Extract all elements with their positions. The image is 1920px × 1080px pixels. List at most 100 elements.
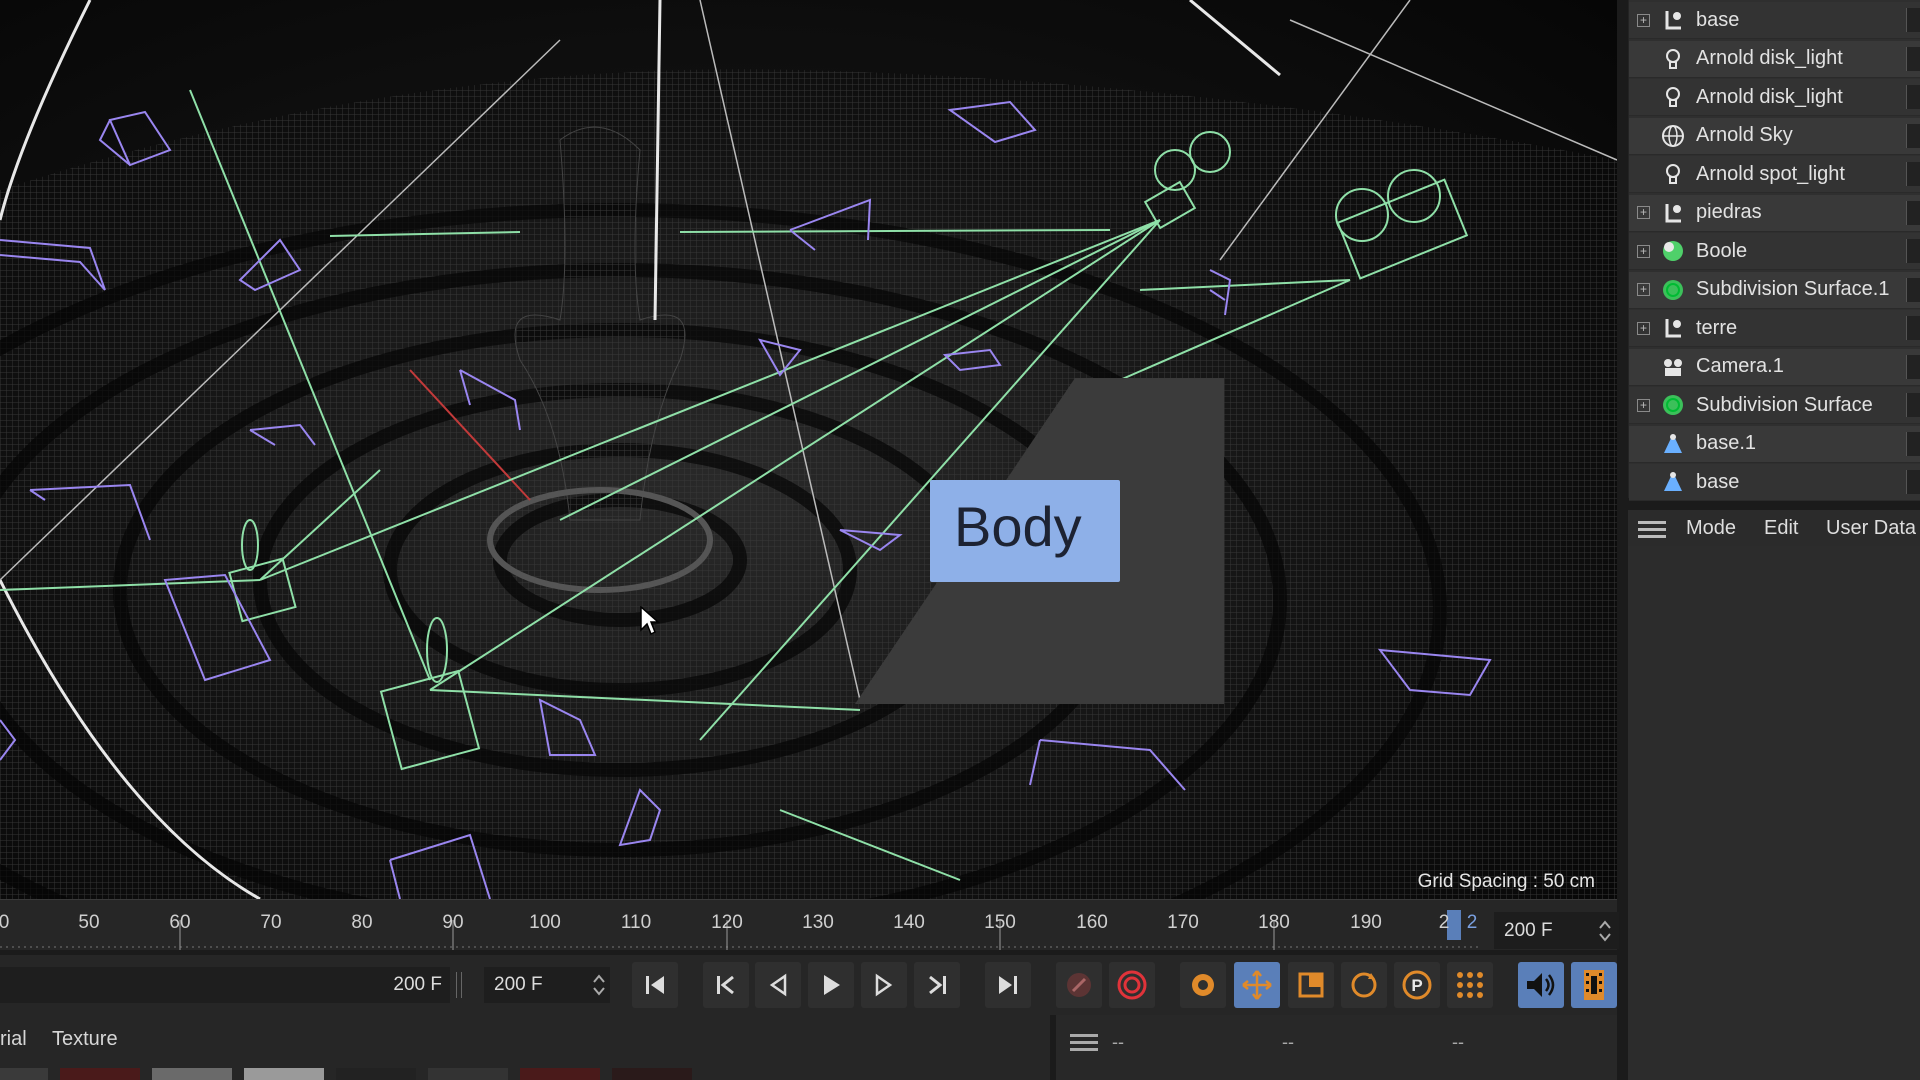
key-mode-button[interactable] [1180,962,1226,1008]
polygon-object-icon [1661,470,1685,494]
object-tree-row[interactable]: + terre [1629,310,1920,347]
visibility-toggle[interactable] [1906,431,1920,456]
next-key-icon [929,975,946,995]
object-tree-row[interactable]: Arnold disk_light [1629,79,1920,116]
tick-label: 110 [620,912,652,933]
object-tree-row[interactable]: Arnold disk_light [1629,40,1920,78]
sound-button[interactable] [1518,962,1564,1008]
expand-toggle-icon[interactable]: + [1637,398,1650,412]
scene-wireframe [0,0,1617,899]
object-tree-row[interactable]: Arnold Sky [1629,117,1920,155]
object-tree-label: piedras [1696,201,1762,223]
object-tree-row[interactable]: base.1 [1629,425,1920,463]
visibility-toggle[interactable] [1906,123,1920,148]
visibility-toggle[interactable] [1906,316,1920,340]
stepper-arrows-icon[interactable] [592,972,606,998]
key-rotation-button[interactable] [1341,962,1387,1008]
material-swatch[interactable] [428,1068,508,1080]
play-button[interactable] [808,962,854,1008]
visibility-toggle[interactable] [1906,85,1920,109]
object-tree-row[interactable]: + Boole [1629,233,1920,270]
object-tree-row[interactable]: Arnold spot_light [1629,156,1920,193]
menu-mode[interactable]: Mode [1686,517,1736,540]
3d-viewport[interactable]: Body Grid Spacing : 50 cm [0,0,1617,899]
key-position-button[interactable] [1234,962,1280,1008]
polygon-object-icon [1661,432,1685,456]
hamburger-menu-icon[interactable] [1638,519,1666,539]
object-tree-label: Boole [1696,239,1748,262]
timeline-ruler[interactable]: 0 50 60 70 80 90 100 110 120 130 140 150… [0,899,1617,950]
record-button[interactable] [1109,962,1155,1008]
object-tree-label: Arnold disk_light [1696,47,1843,69]
object-tree-row[interactable]: Camera.1 [1629,348,1920,386]
visibility-toggle[interactable] [1906,354,1920,379]
visibility-toggle[interactable] [1906,162,1920,186]
visibility-toggle[interactable] [1906,200,1920,225]
null-object-icon [1661,316,1685,340]
go-to-start-button[interactable] [632,962,678,1008]
tick-label: 50 [78,912,100,933]
expand-toggle-icon[interactable]: + [1637,244,1650,258]
previous-frame-button[interactable] [755,962,801,1008]
expand-toggle-icon[interactable]: + [1637,206,1650,219]
expand-toggle-icon[interactable]: + [1637,13,1650,27]
key-parameter-button[interactable]: P [1394,962,1440,1008]
visibility-toggle[interactable] [1906,239,1920,263]
visibility-toggle[interactable] [1906,393,1920,417]
material-swatch[interactable] [60,1068,140,1080]
boole-icon [1661,239,1685,263]
next-frame-button[interactable] [861,962,907,1008]
key-point-level-button[interactable] [1447,962,1493,1008]
max-frame-field[interactable]: 200 F [0,967,450,1003]
menu-user-data[interactable]: User Data [1826,517,1916,540]
parameter-p-icon: P [1402,970,1432,1000]
object-tree-row[interactable]: + base [1629,2,1920,39]
go-to-end-icon [999,976,1017,994]
tick-label: 90 [442,912,464,933]
object-tree-label: Arnold disk_light [1696,85,1843,108]
material-swatch[interactable] [520,1068,600,1080]
object-tree-row[interactable]: + Subdivision Surface.1 [1629,271,1920,309]
film-strip-button[interactable] [1571,962,1617,1008]
tick-label: 0 [0,912,10,933]
material-swatch[interactable] [244,1068,324,1080]
go-to-end-button[interactable] [985,962,1031,1008]
visibility-toggle[interactable] [1906,8,1920,32]
object-tree-label: base [1696,8,1740,31]
object-tree-row[interactable]: + Subdivision Surface [1629,387,1920,424]
tick-label: 120 [711,912,743,933]
stepper-arrows-icon[interactable] [1598,918,1612,944]
menu-edit[interactable]: Edit [1764,517,1798,540]
rotate-icon [1351,972,1377,998]
next-key-button[interactable] [914,962,960,1008]
camera-icon [1661,355,1685,379]
auto-keying-button[interactable] [1056,962,1102,1008]
null-object-icon [1661,201,1685,225]
expand-toggle-icon[interactable]: + [1637,321,1650,335]
visibility-toggle[interactable] [1906,46,1920,71]
hamburger-menu-icon[interactable] [1070,1032,1098,1052]
coord-value: -- [1452,1032,1464,1052]
tab-material[interactable]: rial [0,1028,27,1051]
previous-key-button[interactable] [703,962,749,1008]
object-tree-row[interactable]: + piedras [1629,194,1920,232]
material-swatch[interactable] [612,1068,692,1080]
visibility-toggle[interactable] [1906,470,1920,494]
sky-globe-icon [1661,124,1685,148]
material-swatch[interactable] [0,1068,48,1080]
coordinates-bar [1056,1015,1617,1080]
visibility-toggle[interactable] [1906,277,1920,302]
previous-key-icon [717,975,734,995]
record-icon [1117,970,1147,1000]
tick-label: 130 [802,912,834,933]
object-tree-label: Arnold spot_light [1696,162,1845,185]
object-tree-row[interactable]: base [1629,464,1920,501]
material-swatch[interactable] [336,1068,416,1080]
tick-label: 190 [1350,912,1382,933]
tooltip-chip: Body [930,480,1120,582]
key-scale-button[interactable] [1288,962,1334,1008]
material-swatch[interactable] [152,1068,232,1080]
move-arrows-icon [1242,970,1272,1000]
expand-toggle-icon[interactable]: + [1637,283,1650,296]
tab-texture[interactable]: Texture [52,1028,118,1051]
